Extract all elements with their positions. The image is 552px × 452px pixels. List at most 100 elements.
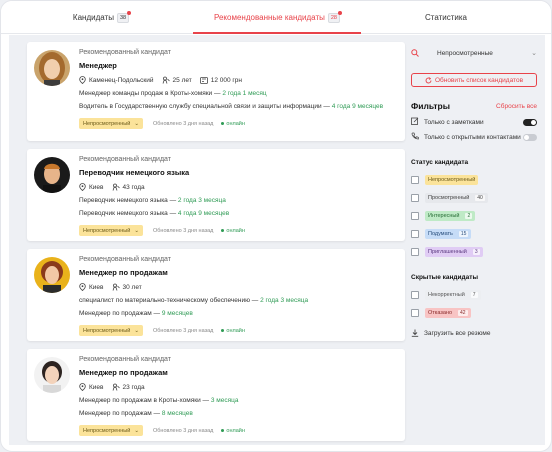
age-icon: [112, 183, 120, 191]
toggle-contacts[interactable]: [523, 134, 537, 141]
age: 30 лет: [122, 283, 142, 291]
status-pill: Непросмотренный: [425, 175, 479, 185]
tab-recommended[interactable]: Рекомендованные кандидаты 28: [193, 1, 361, 34]
age: 43 года: [122, 183, 145, 191]
filters-sidebar: Непросмотренные ⌄ Обновить список кандид…: [411, 45, 537, 337]
refresh-icon: [425, 76, 432, 83]
status-section-title: Статус кандидата: [411, 159, 469, 166]
chevron-down-icon: ⌄: [134, 227, 139, 234]
status-filter-invited[interactable]: Приглашенный 3: [411, 246, 537, 258]
hidden-filter-incorrect[interactable]: Некорректный 7: [411, 289, 537, 301]
candidate-title[interactable]: Менеджер по продажам: [79, 267, 397, 279]
chevron-down-icon: ⌄: [134, 327, 139, 334]
reset-filters-link[interactable]: Сбросить все: [496, 103, 537, 110]
status-filter-interesting[interactable]: Интересный 2: [411, 210, 537, 222]
app-frame: Кандидаты 38 Рекомендованные кандидаты 2…: [0, 0, 552, 452]
refresh-button[interactable]: Обновить список кандидатов: [411, 73, 537, 87]
experience-item: Менеджер по продажам в Кроты-хомяки — 3 …: [79, 397, 239, 404]
status-filter-think[interactable]: Подумать 15: [411, 228, 537, 240]
city: Каменец-Подольский: [89, 76, 154, 84]
candidate-title[interactable]: Переводчик немецкого языка: [79, 167, 397, 179]
status-select[interactable]: Непросмотренные ⌄: [411, 45, 537, 61]
search-icon: [411, 49, 419, 57]
filters-title: Фильтры: [411, 101, 450, 111]
experience-item: специалист по материально-техническому о…: [79, 297, 309, 304]
recommended-label: Рекомендованный кандидат: [79, 49, 171, 56]
tab-label: Статистика: [424, 13, 467, 22]
updated-text: Обновлено 3 дня назад: [153, 120, 214, 127]
candidate-title[interactable]: Менеджер: [79, 60, 397, 72]
location-icon: [79, 76, 86, 84]
tab-count-badge: 38: [116, 10, 132, 23]
status-pill: Интересный 2: [425, 211, 476, 221]
chevron-down-icon: ⌄: [531, 50, 537, 57]
avatar: [34, 257, 70, 293]
status-dropdown[interactable]: Непросмотренный ⌄: [79, 325, 143, 336]
tab-statistics[interactable]: Статистика: [396, 1, 496, 34]
select-value: Непросмотренные: [437, 49, 493, 57]
status-dropdown[interactable]: Непросмотренный ⌄: [79, 225, 143, 236]
online-status: онлайн: [221, 328, 244, 334]
tab-candidates[interactable]: Кандидаты 38: [41, 1, 161, 34]
checkbox[interactable]: [411, 176, 419, 184]
candidate-card[interactable]: Рекомендованный кандидат Переводчик неме…: [27, 149, 405, 241]
tab-count-badge: 28: [327, 10, 342, 23]
download-icon: [411, 329, 419, 337]
hidden-section-title: Скрытые кандидаты: [411, 274, 479, 281]
status-dropdown[interactable]: Непросмотренный ⌄: [79, 118, 143, 129]
status-pill: Отказано 42: [425, 308, 471, 318]
experience-item: Менеджер по продажам — 9 месяцев: [79, 310, 193, 317]
checkbox[interactable]: [411, 212, 419, 220]
candidate-title[interactable]: Менеджер по продажам: [79, 367, 397, 379]
location-icon: [79, 283, 86, 291]
status-pill: Просмотренный 40: [425, 193, 488, 203]
city: Киев: [89, 183, 104, 191]
tab-label: Рекомендованные кандидаты: [214, 13, 325, 22]
salary-icon: [199, 76, 208, 84]
status-pill: Подумать 15: [425, 229, 472, 239]
recommended-label: Рекомендованный кандидат: [79, 156, 171, 163]
candidate-card[interactable]: Рекомендованный кандидат Менеджер по про…: [27, 349, 405, 441]
tab-bar: Кандидаты 38 Рекомендованные кандидаты 2…: [1, 1, 551, 34]
checkbox[interactable]: [411, 194, 419, 202]
avatar: [34, 357, 70, 393]
updated-text: Обновлено 3 дня назад: [153, 227, 214, 234]
online-status: онлайн: [221, 228, 244, 234]
age-icon: [162, 76, 170, 84]
checkbox[interactable]: [411, 309, 419, 317]
experience-item: Переводчик немецкого языка — 2 года 3 ме…: [79, 197, 226, 204]
hidden-filter-rejected[interactable]: Отказано 42: [411, 307, 537, 319]
age: 25 лет: [172, 76, 192, 84]
status-dropdown[interactable]: Непросмотренный ⌄: [79, 425, 143, 436]
status-filter-viewed[interactable]: Просмотренный 40: [411, 192, 537, 204]
candidate-card[interactable]: Рекомендованный кандидат Менеджер Камене…: [27, 42, 405, 141]
avatar: [34, 157, 70, 193]
contacts-icon: [411, 132, 419, 140]
chevron-down-icon: ⌄: [134, 427, 139, 434]
note-icon: [411, 117, 419, 125]
online-status: онлайн: [221, 428, 244, 434]
checkbox[interactable]: [411, 291, 419, 299]
experience-item: Водитель в Государственную службу специа…: [79, 103, 384, 110]
toggle-notes[interactable]: [523, 119, 537, 126]
checkbox[interactable]: [411, 248, 419, 256]
salary: 12 000 грн: [210, 76, 243, 84]
checkbox[interactable]: [411, 230, 419, 238]
recommended-label: Рекомендованный кандидат: [79, 356, 171, 363]
city: Киев: [89, 283, 104, 291]
city: Киев: [89, 383, 104, 391]
updated-text: Обновлено 3 дня назад: [153, 327, 214, 334]
location-icon: [79, 383, 86, 391]
updated-text: Обновлено 3 дня назад: [153, 427, 214, 434]
toggle-contacts-label: Только с открытыми контактами: [424, 133, 521, 141]
avatar: [34, 50, 70, 86]
online-status: онлайн: [221, 121, 244, 127]
download-resumes-button[interactable]: Загрузить все резюме: [411, 329, 537, 337]
tab-label: Кандидаты: [72, 13, 114, 22]
candidate-card[interactable]: Рекомендованный кандидат Менеджер по про…: [27, 249, 405, 341]
age-icon: [112, 383, 120, 391]
experience-item: Менеджер команды продаж в Кроты-хомяки —…: [79, 90, 267, 97]
status-filter-unviewed[interactable]: Непросмотренный: [411, 174, 537, 186]
chevron-down-icon: ⌄: [134, 120, 139, 127]
status-pill: Приглашенный 3: [425, 247, 483, 257]
